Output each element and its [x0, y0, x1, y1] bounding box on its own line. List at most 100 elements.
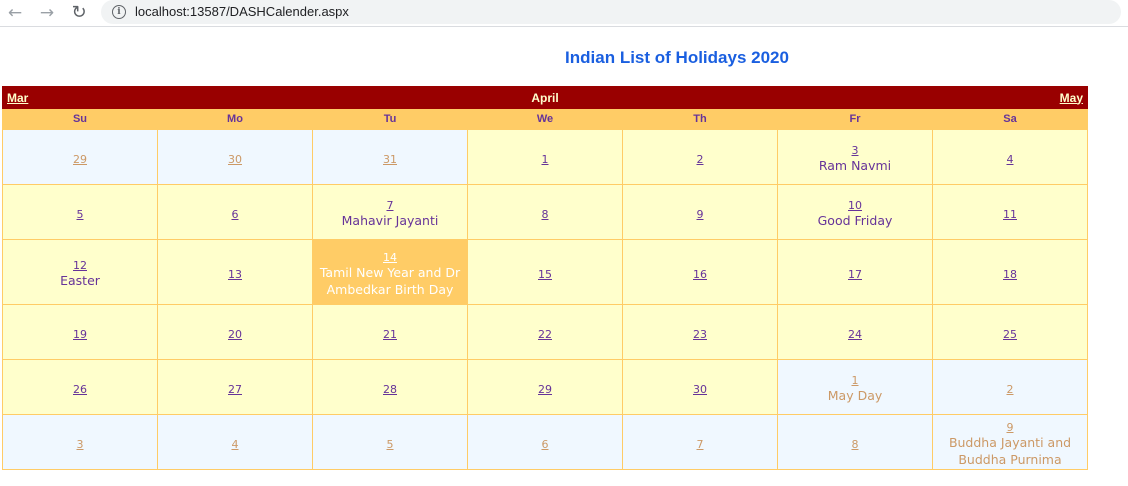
day-number-link[interactable]: 1: [542, 153, 549, 166]
day-number-link[interactable]: 5: [387, 438, 394, 451]
calendar-day-cell[interactable]: 12 Easter: [2, 239, 158, 305]
day-number-link[interactable]: 17: [848, 268, 862, 281]
day-number-link[interactable]: 20: [228, 328, 242, 341]
calendar-day-cell[interactable]: 4: [157, 414, 313, 470]
day-number-link[interactable]: 1: [852, 374, 859, 387]
calendar-day-cell[interactable]: 9 Buddha Jayanti and Buddha Purnima: [932, 414, 1088, 470]
calendar-day-cell[interactable]: 20: [157, 304, 313, 360]
calendar-day-cell[interactable]: 11: [932, 184, 1088, 240]
holiday-calendar: Mar April May Su Mo Tu We Th Fr Sa 29 30 3…: [2, 86, 1088, 470]
calendar-day-cell[interactable]: 1 May Day: [777, 359, 933, 415]
day-header-monday: Mo: [157, 108, 313, 130]
day-number-link[interactable]: 12: [73, 259, 87, 272]
calendar-day-cell[interactable]: 17: [777, 239, 933, 305]
back-arrow-icon[interactable]: ←: [5, 3, 25, 23]
calendar-day-cell[interactable]: 2: [622, 129, 778, 185]
day-number-link[interactable]: 11: [1003, 208, 1017, 221]
calendar-day-cell[interactable]: 19: [2, 304, 158, 360]
calendar-day-cell-selected[interactable]: 14 Tamil New Year and Dr Ambedkar Birth D…: [312, 239, 468, 305]
calendar-day-cell[interactable]: 6: [157, 184, 313, 240]
calendar-day-cell[interactable]: 3: [2, 414, 158, 470]
next-month-link[interactable]: May: [1060, 91, 1083, 105]
prev-month-link[interactable]: Mar: [7, 91, 28, 105]
day-number-link[interactable]: 25: [1003, 328, 1017, 341]
day-number-link[interactable]: 26: [73, 383, 87, 396]
day-number-link[interactable]: 5: [77, 208, 84, 221]
calendar-day-cell[interactable]: 31: [312, 129, 468, 185]
calendar-day-cell[interactable]: 1: [467, 129, 623, 185]
calendar-day-cell[interactable]: 25: [932, 304, 1088, 360]
calendar-day-cell[interactable]: 23: [622, 304, 778, 360]
day-number-link[interactable]: 8: [542, 208, 549, 221]
day-number-link[interactable]: 2: [1007, 383, 1014, 396]
calendar-day-cell[interactable]: 13: [157, 239, 313, 305]
calendar-day-cell[interactable]: 4: [932, 129, 1088, 185]
url-text[interactable]: localhost:13587/DASHCalender.aspx: [135, 4, 349, 19]
calendar-day-cell[interactable]: 29: [2, 129, 158, 185]
day-number-link[interactable]: 15: [538, 268, 552, 281]
day-number-link[interactable]: 19: [73, 328, 87, 341]
day-number-link[interactable]: 24: [848, 328, 862, 341]
info-icon[interactable]: i: [112, 5, 126, 19]
calendar-day-cell[interactable]: 7: [622, 414, 778, 470]
calendar-title-bar: Mar April May: [2, 86, 1088, 109]
month-title: April: [157, 86, 933, 109]
calendar-day-cell[interactable]: 30: [157, 129, 313, 185]
day-number-link[interactable]: 2: [697, 153, 704, 166]
calendar-day-cell[interactable]: 10 Good Friday: [777, 184, 933, 240]
day-number-link[interactable]: 4: [1007, 153, 1014, 166]
calendar-day-cell[interactable]: 5: [312, 414, 468, 470]
calendar-day-cell[interactable]: 27: [157, 359, 313, 415]
day-number-link[interactable]: 16: [693, 268, 707, 281]
calendar-week-row: 26 27 28 29 30 1 May Day 2: [2, 359, 1088, 415]
calendar-day-cell[interactable]: 26: [2, 359, 158, 415]
calendar-day-cell[interactable]: 8: [467, 184, 623, 240]
day-number-link[interactable]: 7: [387, 199, 394, 212]
calendar-day-cell[interactable]: 2: [932, 359, 1088, 415]
day-number-link[interactable]: 9: [697, 208, 704, 221]
address-bar[interactable]: i localhost:13587/DASHCalender.aspx: [101, 0, 1121, 24]
calendar-day-cell[interactable]: 15: [467, 239, 623, 305]
day-number-link[interactable]: 23: [693, 328, 707, 341]
day-number-link[interactable]: 30: [228, 153, 242, 166]
calendar-day-cell[interactable]: 3 Ram Navmi: [777, 129, 933, 185]
calendar-weeks: 29 30 31 1 2 3 Ram Navmi 4 5 6 7 Mahavir Jayanti 8 9 1…: [2, 129, 1088, 470]
calendar-day-cell[interactable]: 24: [777, 304, 933, 360]
calendar-day-cell[interactable]: 21: [312, 304, 468, 360]
day-number-link[interactable]: 29: [538, 383, 552, 396]
day-header-saturday: Sa: [932, 108, 1088, 130]
calendar-day-cell[interactable]: 16: [622, 239, 778, 305]
browser-toolbar: ← → ↻ i localhost:13587/DASHCalender.asp…: [0, 0, 1128, 27]
day-number-link[interactable]: 31: [383, 153, 397, 166]
day-number-link[interactable]: 14: [383, 251, 397, 264]
day-number-link[interactable]: 8: [852, 438, 859, 451]
calendar-day-cell[interactable]: 7 Mahavir Jayanti: [312, 184, 468, 240]
calendar-day-cell[interactable]: 18: [932, 239, 1088, 305]
day-number-link[interactable]: 7: [697, 438, 704, 451]
calendar-day-cell[interactable]: 30: [622, 359, 778, 415]
day-number-link[interactable]: 6: [232, 208, 239, 221]
calendar-day-cell[interactable]: 22: [467, 304, 623, 360]
day-number-link[interactable]: 21: [383, 328, 397, 341]
day-number-link[interactable]: 28: [383, 383, 397, 396]
day-number-link[interactable]: 3: [77, 438, 84, 451]
day-number-link[interactable]: 30: [693, 383, 707, 396]
calendar-day-cell[interactable]: 6: [467, 414, 623, 470]
day-number-link[interactable]: 27: [228, 383, 242, 396]
day-number-link[interactable]: 6: [542, 438, 549, 451]
calendar-day-cell[interactable]: 28: [312, 359, 468, 415]
day-number-link[interactable]: 22: [538, 328, 552, 341]
calendar-day-cell[interactable]: 8: [777, 414, 933, 470]
forward-arrow-icon[interactable]: →: [37, 3, 57, 23]
day-number-link[interactable]: 3: [852, 144, 859, 157]
calendar-day-cell[interactable]: 5: [2, 184, 158, 240]
day-number-link[interactable]: 29: [73, 153, 87, 166]
day-number-link[interactable]: 4: [232, 438, 239, 451]
calendar-day-cell[interactable]: 9: [622, 184, 778, 240]
day-number-link[interactable]: 10: [848, 199, 862, 212]
day-number-link[interactable]: 18: [1003, 268, 1017, 281]
calendar-day-cell[interactable]: 29: [467, 359, 623, 415]
day-number-link[interactable]: 9: [1007, 421, 1014, 434]
reload-icon[interactable]: ↻: [69, 3, 89, 23]
day-number-link[interactable]: 13: [228, 268, 242, 281]
